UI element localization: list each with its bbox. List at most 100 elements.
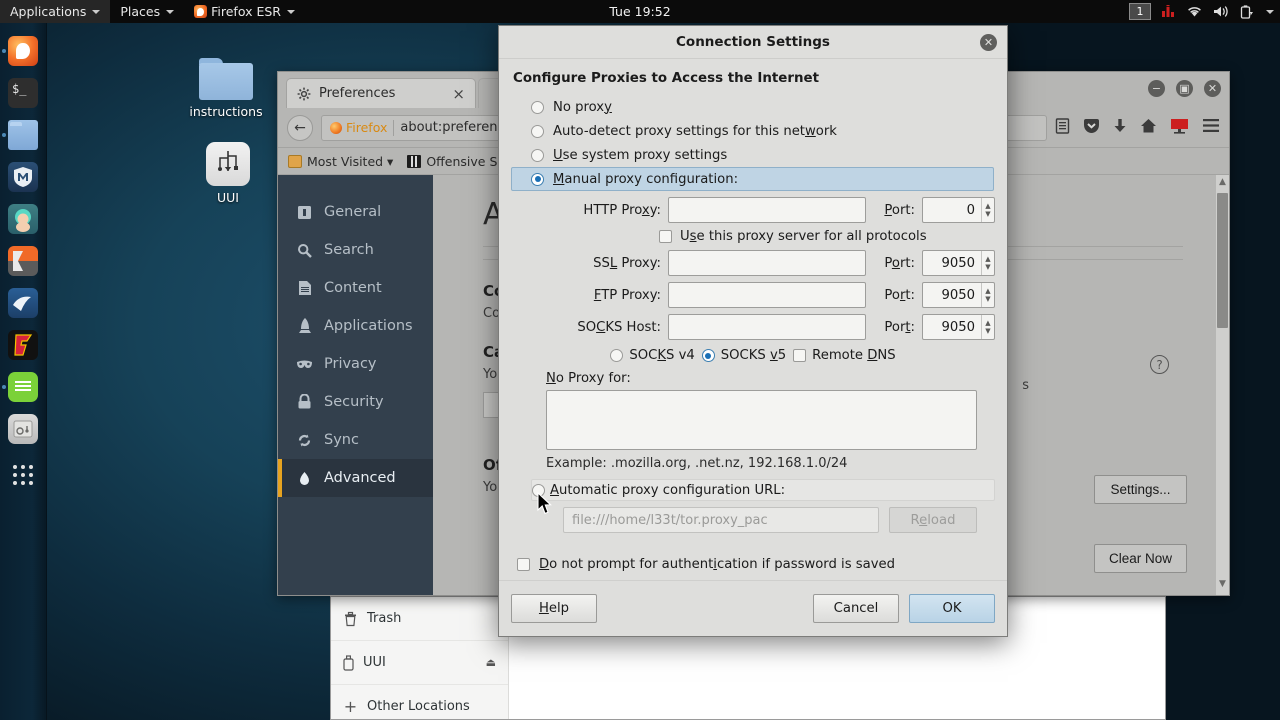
battery-icon[interactable] <box>1240 4 1254 19</box>
checkbox-no-prompt-auth[interactable]: Do not prompt for authentication if pass… <box>517 557 995 572</box>
menu-icon[interactable] <box>1202 118 1220 137</box>
cancel-button[interactable]: Cancel <box>813 594 899 623</box>
ftp-port-stepper[interactable]: 9050 ▲ ▼ <box>922 282 995 308</box>
close-button[interactable]: ✕ <box>1204 80 1221 97</box>
dock-item-faraday[interactable] <box>8 330 38 360</box>
tab-preferences[interactable]: Preferences × <box>286 78 476 108</box>
downloads-icon[interactable] <box>1113 118 1127 138</box>
dialog-body: Configure Proxies to Access the Internet… <box>499 59 1007 580</box>
socks-host-input[interactable] <box>668 314 866 340</box>
help-button[interactable]: Help <box>511 594 597 623</box>
folder-star-icon <box>288 154 302 168</box>
show-applications-button[interactable] <box>10 462 36 488</box>
http-port-stepper[interactable]: 0 ▲ ▼ <box>922 197 995 223</box>
dock-item-burpsuite[interactable] <box>8 246 38 276</box>
stepper-buttons[interactable]: ▲ ▼ <box>981 251 994 275</box>
radio-manual-proxy[interactable]: Manual proxy configuration: <box>511 167 994 191</box>
stepper-down-icon[interactable]: ▼ <box>985 210 990 218</box>
maximize-button[interactable]: ▣ <box>1176 80 1193 97</box>
stepper-down-icon[interactable]: ▼ <box>985 327 990 335</box>
ssl-port-stepper[interactable]: 9050 ▲ ▼ <box>922 250 995 276</box>
network-activity-icon[interactable] <box>1161 5 1176 18</box>
wifi-icon[interactable] <box>1186 5 1203 18</box>
dock-item-terminal[interactable]: $_ <box>8 78 38 108</box>
radio-socks-v5[interactable]: SOCKS v5 <box>701 348 786 363</box>
no-prompt-checkbox[interactable] <box>517 558 530 571</box>
radio-use-system[interactable]: Use system proxy settings <box>511 143 995 167</box>
radio-no-proxy[interactable]: No proxy <box>511 95 995 119</box>
home-icon[interactable] <box>1140 118 1157 138</box>
http-proxy-input[interactable] <box>668 197 866 223</box>
no-proxy-textarea[interactable] <box>546 390 977 450</box>
stepper-up-icon[interactable]: ▲ <box>985 287 990 295</box>
ftp-proxy-input[interactable] <box>668 282 866 308</box>
stepper-down-icon[interactable]: ▼ <box>985 263 990 271</box>
sidebar-item-applications[interactable]: Applications <box>278 307 433 345</box>
dock-item-settings[interactable] <box>8 414 38 444</box>
eject-icon[interactable]: ⏏ <box>486 656 496 669</box>
use-for-all-checkbox[interactable] <box>659 230 672 243</box>
pac-url-input[interactable]: file:///home/l33t/tor.proxy_pac <box>563 507 879 533</box>
bookmark-offensive-security[interactable]: Offensive Sec <box>407 154 512 169</box>
scroll-down-arrow-icon[interactable]: ▼ <box>1216 579 1229 593</box>
sidebar-item-privacy[interactable]: Privacy <box>278 345 433 383</box>
sidebar-item-uui[interactable]: UUI ⏏ <box>331 641 508 685</box>
applications-menu[interactable]: Applications <box>0 0 111 23</box>
radio-auto-detect[interactable]: Auto-detect proxy settings for this netw… <box>511 119 995 143</box>
sidebar-item-other-locations[interactable]: + Other Locations <box>331 685 508 719</box>
stepper-up-icon[interactable]: ▲ <box>985 255 990 263</box>
sidebar-item-advanced[interactable]: Advanced <box>278 459 433 497</box>
dock-item-text-editor[interactable] <box>2 372 38 402</box>
sidebar-item-trash[interactable]: Trash <box>331 597 508 641</box>
pocket-icon[interactable] <box>1083 118 1100 138</box>
sidebar-item-content[interactable]: Content <box>278 269 433 307</box>
bookmark-most-visited[interactable]: Most Visited ▾ <box>288 154 393 169</box>
stepper-up-icon[interactable]: ▲ <box>985 319 990 327</box>
radio-socks-v4[interactable]: SOCKS v4 <box>610 348 695 363</box>
dock-item-metasploit[interactable] <box>8 162 38 192</box>
dock-item-firefox[interactable] <box>2 36 38 66</box>
stepper-buttons[interactable]: ▲ ▼ <box>981 283 994 307</box>
close-icon[interactable]: ✕ <box>980 34 997 51</box>
dock-item-files[interactable] <box>2 120 38 150</box>
scroll-up-arrow-icon[interactable]: ▲ <box>1216 177 1229 191</box>
reader-icon[interactable] <box>1055 117 1070 138</box>
sidebar-item-security[interactable]: Security <box>278 383 433 421</box>
desktop-icon-uui[interactable]: UUI <box>182 142 274 205</box>
stepper-down-icon[interactable]: ▼ <box>985 295 990 303</box>
ok-button[interactable]: OK <box>909 594 995 623</box>
reload-button[interactable]: Reload <box>889 507 977 533</box>
chevron-down-icon[interactable] <box>1266 9 1274 14</box>
stepper-buttons[interactable]: ▲ ▼ <box>981 198 994 222</box>
stepper-buttons[interactable]: ▲ ▼ <box>981 315 994 339</box>
stepper-up-icon[interactable]: ▲ <box>985 202 990 210</box>
character-avatar-icon <box>15 209 31 232</box>
tab-close-icon[interactable]: × <box>452 85 465 103</box>
volume-icon[interactable] <box>1213 5 1230 18</box>
dock-item-anime-app[interactable] <box>8 204 38 234</box>
checkbox-remote-dns[interactable]: Remote DNS <box>793 348 896 363</box>
scrollbar-thumb[interactable] <box>1217 193 1228 328</box>
places-menu[interactable]: Places <box>110 0 184 23</box>
sidebar-item-search[interactable]: Search <box>278 231 433 269</box>
content-scrollbar[interactable]: ▲ ▼ <box>1216 175 1229 595</box>
sidebar-item-label: Search <box>324 242 374 258</box>
desktop-icon-instructions[interactable]: instructions <box>180 58 272 119</box>
settings-button[interactable]: Settings... <box>1093 475 1187 504</box>
socks-port-stepper[interactable]: 9050 ▲ ▼ <box>922 314 995 340</box>
ssl-proxy-input[interactable] <box>668 250 866 276</box>
identity-box[interactable]: Firefox <box>330 120 387 135</box>
radio-automatic-proxy-url[interactable]: Automatic proxy configuration URL: <box>531 479 995 501</box>
dock-item-blue-app[interactable] <box>8 288 38 318</box>
radio-label: No proxy <box>553 99 612 115</box>
use-for-all-row[interactable]: Use this proxy server for all protocols <box>659 229 995 244</box>
back-button[interactable]: ← <box>287 114 313 141</box>
remote-dns-checkbox[interactable] <box>793 349 807 362</box>
clear-now-button[interactable]: Clear Now <box>1093 544 1187 573</box>
firefox-window-menu[interactable]: Firefox ESR <box>184 0 305 23</box>
screenshot-icon[interactable] <box>1170 118 1189 138</box>
sidebar-item-general[interactable]: General <box>278 193 433 231</box>
minimize-button[interactable]: − <box>1148 80 1165 97</box>
sidebar-item-sync[interactable]: Sync <box>278 421 433 459</box>
workspace-indicator[interactable]: 1 <box>1129 3 1151 20</box>
